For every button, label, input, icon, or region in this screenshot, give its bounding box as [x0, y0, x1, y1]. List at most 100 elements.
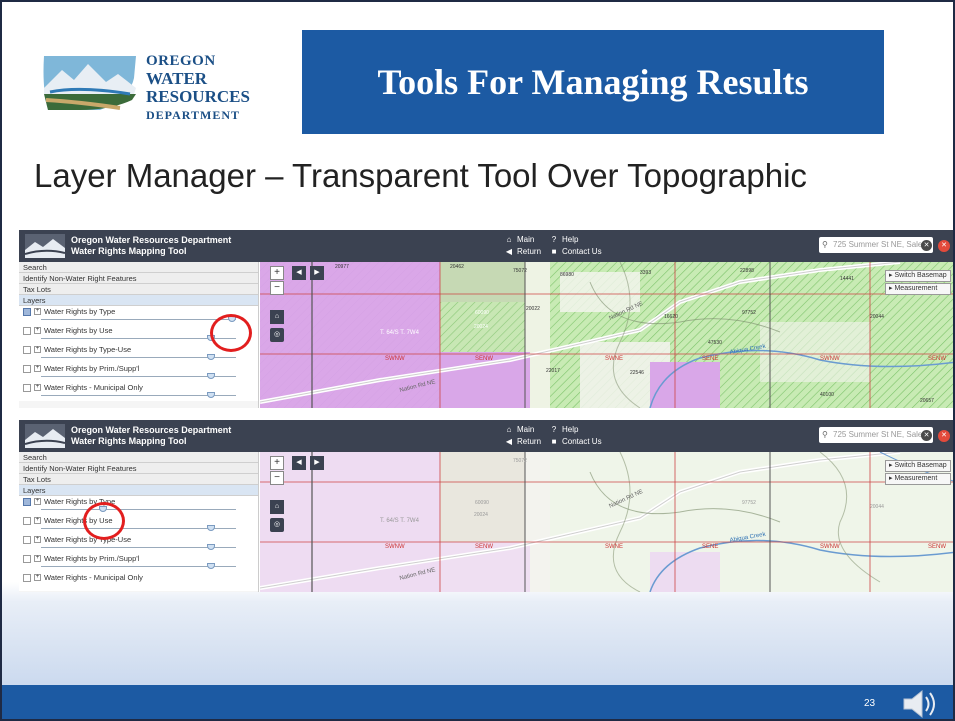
panel-section-layers[interactable]: Layers	[19, 295, 258, 306]
address-search-input[interactable]: ⚲ 725 Summer St NE, Salem	[819, 237, 933, 253]
layer-checkbox[interactable]	[23, 574, 31, 582]
panel-section-identify[interactable]: Identify Non-Water Right Features	[19, 463, 258, 474]
home-icon: ⌂	[506, 235, 512, 244]
layer-checkbox[interactable]	[23, 308, 31, 316]
layer-checkbox[interactable]	[23, 365, 31, 373]
quarter-label: SENE	[702, 544, 718, 550]
locate-button[interactable]: ◎	[270, 328, 284, 342]
close-app-button[interactable]: ✕	[938, 240, 950, 252]
nav-contact[interactable]: ■ Contact Us	[549, 246, 602, 258]
opacity-slider-thumb[interactable]	[207, 563, 215, 569]
opacity-slider-thumb[interactable]	[207, 525, 215, 531]
nav-contact-label: Contact Us	[562, 247, 602, 256]
next-extent-button[interactable]: ▶	[310, 456, 324, 470]
layer-checkbox[interactable]	[23, 536, 31, 544]
nav-group-right: ? Help ■ Contact Us	[549, 424, 602, 448]
layer-checkbox[interactable]	[23, 384, 31, 392]
nav-return[interactable]: ◀ Return	[504, 246, 541, 258]
parcel-id-label: 22546	[630, 370, 644, 376]
nav-return-label: Return	[517, 437, 542, 446]
opacity-slider-thumb[interactable]	[207, 373, 215, 379]
layer-checkbox[interactable]	[23, 517, 31, 525]
close-app-button[interactable]: ✕	[938, 430, 950, 442]
app-screenshot-opaque: Oregon Water Resources Department Water …	[19, 230, 953, 408]
nav-help[interactable]: ? Help	[549, 424, 602, 436]
panel-section-search[interactable]: Search	[19, 262, 258, 273]
opacity-slider[interactable]	[41, 319, 236, 320]
layer-checkbox[interactable]	[23, 346, 31, 354]
nav-main[interactable]: ⌂ Main	[504, 234, 541, 246]
next-extent-button[interactable]: ▶	[310, 266, 324, 280]
parcel-id-label: 20024	[474, 324, 488, 330]
layer-checkbox[interactable]	[23, 327, 31, 335]
home-extent-button[interactable]: ⌂	[270, 500, 284, 514]
nav-main[interactable]: ⌂ Main	[504, 424, 541, 436]
layer-name: Water Rights by Prim./Supp'l	[44, 364, 140, 373]
logo-wordmark: OREGON WATER RESOURCES DEPARTMENT	[146, 52, 250, 124]
slide-subtitle: Layer Manager – Transparent Tool Over To…	[34, 157, 807, 194]
layer-name: Water Rights by Type	[44, 307, 116, 316]
expand-icon[interactable]: +	[34, 555, 41, 562]
parcel-id-label: 75072	[513, 268, 527, 274]
layer-checkbox[interactable]	[23, 555, 31, 563]
expand-icon[interactable]: +	[34, 498, 41, 505]
opacity-slider-thumb[interactable]	[207, 544, 215, 550]
expand-icon[interactable]: +	[34, 327, 41, 334]
expand-icon[interactable]: +	[34, 574, 41, 581]
switch-basemap-label: Switch Basemap	[894, 272, 947, 279]
zoom-out-button[interactable]: −	[270, 281, 284, 295]
expand-icon[interactable]: +	[34, 517, 41, 524]
expand-icon[interactable]: +	[34, 536, 41, 543]
layer-checkbox[interactable]	[23, 498, 31, 506]
opacity-slider-thumb[interactable]	[207, 354, 215, 360]
nav-main-label: Main	[517, 235, 535, 244]
township-label: T. 64/S T. 7W4	[380, 330, 420, 336]
panel-section-identify[interactable]: Identify Non-Water Right Features	[19, 273, 258, 284]
expand-icon[interactable]: +	[34, 365, 41, 372]
expand-icon[interactable]: +	[34, 384, 41, 391]
switch-basemap-button[interactable]: ▸ Switch Basemap	[885, 460, 951, 472]
quarter-label: SWNW	[385, 356, 405, 362]
opacity-slider-thumb[interactable]	[207, 392, 215, 398]
nav-help[interactable]: ? Help	[549, 234, 602, 246]
parcel-id-label: 86980	[560, 272, 574, 278]
map-view-transparent[interactable]: T. 64/S T. 7W4 SWNW SENW SWNE SENE SWNW …	[260, 452, 953, 592]
zoom-in-button[interactable]: +	[270, 266, 284, 280]
layer-name: Water Rights - Municipal Only	[44, 573, 143, 582]
measurement-button[interactable]: ▸ Measurement	[885, 473, 951, 485]
audio-speaker-icon[interactable]	[900, 687, 940, 721]
panel-section-search[interactable]: Search	[19, 452, 258, 463]
expand-icon[interactable]: +	[34, 346, 41, 353]
parcel-id-label: 60090	[475, 310, 489, 316]
clear-search-button[interactable]: ✕	[921, 430, 932, 441]
opacity-slider[interactable]	[41, 509, 236, 510]
nav-contact[interactable]: ■ Contact Us	[549, 436, 602, 448]
parcel-id-label: 40100	[820, 392, 834, 398]
app-title-line-2: Water Rights Mapping Tool	[71, 436, 187, 446]
app-title-line-1: Oregon Water Resources Department	[71, 425, 232, 435]
nav-return[interactable]: ◀ Return	[504, 436, 541, 448]
measurement-label: Measurement	[894, 285, 938, 292]
expand-icon[interactable]: +	[34, 308, 41, 315]
parcel-id-label: 3393	[640, 270, 651, 276]
clear-search-button[interactable]: ✕	[921, 240, 932, 251]
address-search-input[interactable]: ⚲ 725 Summer St NE, Salem	[819, 427, 933, 443]
home-extent-button[interactable]: ⌂	[270, 310, 284, 324]
logo-line-3: RESOURCES	[146, 87, 250, 106]
zoom-in-button[interactable]: +	[270, 456, 284, 470]
locate-button[interactable]: ◎	[270, 518, 284, 532]
owrd-logo: OREGON WATER RESOURCES DEPARTMENT	[40, 42, 280, 132]
panel-section-tax-lots[interactable]: Tax Lots	[19, 474, 258, 485]
layer-row: + Water Rights by Prim./Supp'l	[19, 363, 258, 382]
panel-section-layers[interactable]: Layers	[19, 485, 258, 496]
switch-basemap-button[interactable]: ▸ Switch Basemap	[885, 270, 951, 282]
measurement-button[interactable]: ▸ Measurement	[885, 283, 951, 295]
map-canvas: T. 64/S T. 7W4 SWNW SENW SWNE SENE SWNW …	[260, 262, 953, 408]
previous-extent-button[interactable]: ◀	[292, 266, 306, 280]
zoom-out-button[interactable]: −	[270, 471, 284, 485]
parcel-id-label: 97752	[742, 500, 756, 506]
panel-section-tax-lots[interactable]: Tax Lots	[19, 284, 258, 295]
slide-title: Tools For Managing Results	[302, 30, 884, 134]
map-view-opaque[interactable]: T. 64/S T. 7W4 SWNW SENW SWNE SENE SWNW …	[260, 262, 953, 408]
previous-extent-button[interactable]: ◀	[292, 456, 306, 470]
